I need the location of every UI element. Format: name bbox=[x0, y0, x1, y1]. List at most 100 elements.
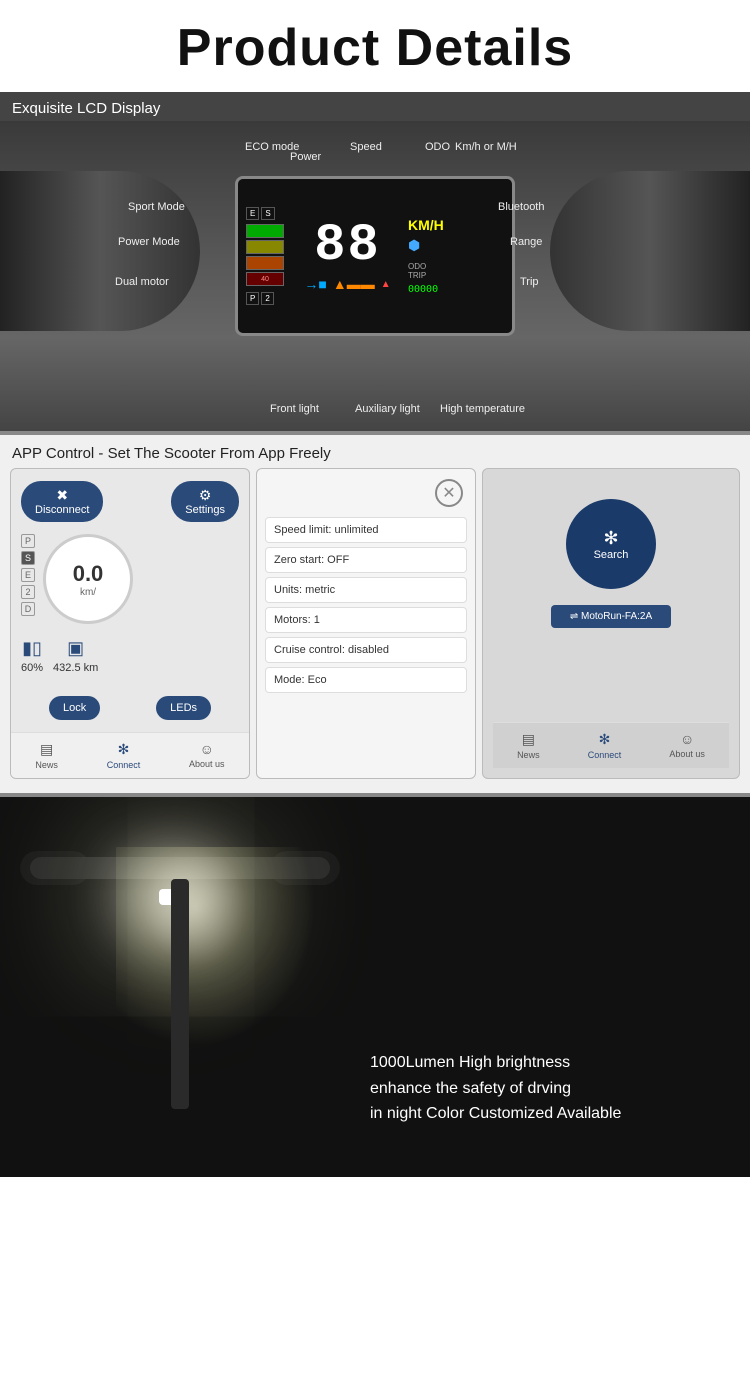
lcd-small-digits: 00000 bbox=[408, 284, 438, 295]
lcd-kmh-label: KM/H bbox=[408, 217, 444, 233]
app-phone-mid: ✕ Speed limit: unlimited Zero start: OFF… bbox=[256, 468, 476, 779]
app-phone-left: ✖ Disconnect ⚙ Settings P S E 2 D 0.0 bbox=[10, 468, 250, 779]
lcd-speed-digits: 88 bbox=[314, 220, 380, 272]
battery-stat: ▮▯ 60% bbox=[21, 638, 43, 674]
nav-about-right[interactable]: ☺ About us bbox=[669, 731, 705, 760]
distance-val: 432.5 km bbox=[53, 662, 98, 674]
about-icon-right: ☺ bbox=[680, 731, 694, 747]
mode-2: 2 bbox=[21, 585, 35, 599]
app-bottom-buttons: Lock LEDs bbox=[11, 684, 249, 732]
mode-indicators: P S E 2 D bbox=[21, 534, 35, 624]
page-header: Product Details bbox=[0, 0, 750, 92]
right-panel-content: ✻ Search ⇌ MotoRun-FA:2A bbox=[551, 489, 671, 722]
ann-odo: ODO bbox=[425, 141, 450, 153]
stem bbox=[171, 879, 189, 1109]
bottom-nav-right: ▤ News ✻ Connect ☺ About us bbox=[493, 722, 729, 768]
setting-cruise[interactable]: Cruise control: disabled bbox=[265, 637, 467, 663]
connect-icon-left: ✻ bbox=[118, 741, 130, 758]
speed-unit: km/ bbox=[80, 587, 96, 598]
page-title: Product Details bbox=[10, 18, 740, 78]
news-icon: ▤ bbox=[40, 741, 53, 758]
ann-front-light: Front light bbox=[270, 403, 319, 415]
search-label: Search bbox=[594, 549, 629, 561]
lcd-bar-1 bbox=[246, 224, 284, 238]
close-button[interactable]: ✕ bbox=[435, 479, 463, 507]
setting-units[interactable]: Units: metric bbox=[265, 577, 467, 603]
ann-trip: Trip bbox=[520, 276, 539, 288]
battery-icon: ▮▯ bbox=[22, 638, 42, 659]
bottom-nav-left: ▤ News ✻ Connect ☺ About us bbox=[11, 732, 249, 778]
settings-list: Speed limit: unlimited Zero start: OFF U… bbox=[257, 513, 475, 697]
handlebar-right bbox=[550, 171, 750, 331]
distance-stat: ▣ 432.5 km bbox=[53, 638, 98, 674]
app-stats-row: ▮▯ 60% ▣ 432.5 km bbox=[11, 628, 249, 684]
scooter-light-image bbox=[0, 807, 360, 1147]
ann-high-temp: High temperature bbox=[440, 403, 525, 415]
news-icon-right: ▤ bbox=[522, 731, 535, 748]
disconnect-icon: ✖ bbox=[35, 487, 89, 504]
ann-kmh: Km/h or M/H bbox=[455, 141, 517, 153]
settings-icon: ⚙ bbox=[185, 487, 225, 504]
section-lcd: Exquisite LCD Display E S 40 P bbox=[0, 92, 750, 431]
disconnect-button[interactable]: ✖ Disconnect bbox=[21, 481, 103, 522]
device-icon: ⇌ bbox=[570, 611, 581, 622]
app-area: ✖ Disconnect ⚙ Settings P S E 2 D 0.0 bbox=[0, 468, 750, 793]
lcd-screen: E S 40 P 2 88 →■ bbox=[235, 176, 515, 336]
lcd-left-panel: E S 40 P 2 bbox=[246, 187, 291, 325]
mode-s: S bbox=[21, 551, 35, 565]
speed-circle: 0.0 km/ bbox=[43, 534, 133, 624]
lcd-image-area: E S 40 P 2 88 →■ bbox=[0, 121, 750, 431]
lcd-speed-area: 88 →■ ▲▬▬ ▲ bbox=[291, 220, 404, 292]
section-app: APP Control - Set The Scooter From App F… bbox=[0, 435, 750, 793]
lcd-bar-4: 40 bbox=[246, 272, 284, 286]
scooter-silhouette bbox=[20, 827, 340, 1127]
ann-dual-motor: Dual motor bbox=[115, 276, 169, 288]
lcd-bar-2 bbox=[246, 240, 284, 254]
ann-bluetooth: Bluetooth bbox=[498, 201, 544, 213]
speed-value: 0.0 bbox=[73, 561, 104, 587]
light-text-line2: enhance the safety of drving bbox=[370, 1076, 730, 1102]
section-light: 1000Lumen High brightness enhance the sa… bbox=[0, 797, 750, 1177]
connect-icon-right: ✻ bbox=[599, 731, 611, 748]
nav-about-left[interactable]: ☺ About us bbox=[189, 741, 225, 770]
ann-power: Power bbox=[290, 151, 321, 163]
about-icon-left: ☺ bbox=[200, 741, 214, 757]
app-phone-right: ✻ Search ⇌ MotoRun-FA:2A ▤ News ✻ Connec… bbox=[482, 468, 740, 779]
light-text-line3: in night Color Customized Available bbox=[370, 1101, 730, 1127]
nav-news-right[interactable]: ▤ News bbox=[517, 731, 540, 760]
mode-d: D bbox=[21, 602, 35, 616]
nav-connect-left[interactable]: ✻ Connect bbox=[107, 741, 141, 770]
handlebar-h bbox=[30, 857, 330, 879]
setting-speed-limit[interactable]: Speed limit: unlimited bbox=[265, 517, 467, 543]
lcd-right-panel: KM/H ⬢ ODOTRIP 00000 bbox=[404, 187, 504, 325]
odometer-icon: ▣ bbox=[67, 638, 84, 659]
device-connect-button[interactable]: ⇌ MotoRun-FA:2A bbox=[551, 605, 671, 628]
mode-e: E bbox=[21, 568, 35, 582]
device-name: MotoRun-FA:2A bbox=[581, 611, 652, 622]
section-lcd-label: Exquisite LCD Display bbox=[0, 92, 750, 121]
bluetooth-search-icon: ✻ bbox=[603, 528, 618, 549]
section-app-label: APP Control - Set The Scooter From App F… bbox=[0, 435, 750, 468]
handlebar-left bbox=[0, 171, 200, 331]
close-row: ✕ bbox=[257, 469, 475, 513]
settings-button[interactable]: ⚙ Settings bbox=[171, 481, 239, 522]
ann-range: Range bbox=[510, 236, 542, 248]
leds-button[interactable]: LEDs bbox=[156, 696, 211, 720]
setting-motors[interactable]: Motors: 1 bbox=[265, 607, 467, 633]
mode-speed-row: P S E 2 D 0.0 km/ bbox=[11, 530, 249, 628]
lock-button[interactable]: Lock bbox=[49, 696, 100, 720]
search-circle[interactable]: ✻ Search bbox=[566, 499, 656, 589]
light-text-area: 1000Lumen High brightness enhance the sa… bbox=[360, 1030, 750, 1147]
lcd-odo-label: ODOTRIP bbox=[408, 262, 426, 280]
app-top-buttons: ✖ Disconnect ⚙ Settings bbox=[11, 469, 249, 530]
mode-p: P bbox=[21, 534, 35, 548]
battery-pct: 60% bbox=[21, 662, 43, 674]
ann-aux-light: Auxiliary light bbox=[355, 403, 420, 415]
setting-zero-start[interactable]: Zero start: OFF bbox=[265, 547, 467, 573]
setting-mode[interactable]: Mode: Eco bbox=[265, 667, 467, 693]
nav-news-left[interactable]: ▤ News bbox=[35, 741, 58, 770]
light-text-line1: 1000Lumen High brightness bbox=[370, 1050, 730, 1076]
nav-connect-right[interactable]: ✻ Connect bbox=[588, 731, 622, 760]
lcd-bar-3 bbox=[246, 256, 284, 270]
ann-speed: Speed bbox=[350, 141, 382, 153]
